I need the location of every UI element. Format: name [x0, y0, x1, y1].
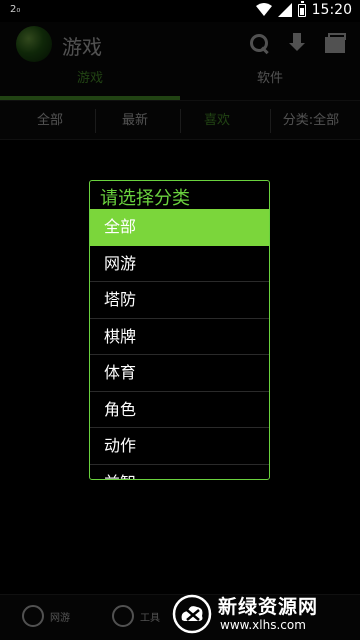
clock: 15:20	[311, 2, 352, 18]
site-watermark: 新绿资源网 www.xlhs.com	[168, 588, 360, 640]
category-item-sports[interactable]: 体育	[90, 355, 269, 392]
download-icon[interactable]	[286, 32, 308, 54]
category-item-rpg[interactable]: 角色	[90, 392, 269, 428]
app-bar-actions	[248, 32, 346, 54]
bottom-item-tools[interactable]: 工具	[112, 605, 160, 627]
tab-games[interactable]: 游戏	[0, 64, 180, 100]
watermark-url: www.xlhs.com	[220, 618, 306, 632]
category-item-board-card[interactable]: 棋牌	[90, 319, 269, 355]
category-list: 全部 网游 塔防 棋牌 体育 角色 动作 益智	[90, 209, 269, 480]
filter-latest[interactable]: 最新	[90, 101, 180, 141]
filter-favorites[interactable]: 喜欢	[172, 101, 262, 141]
app-title: 游戏	[62, 35, 102, 59]
cloud-logo-icon	[172, 594, 212, 634]
filter-bar: 全部 最新 喜欢 分类:全部	[0, 100, 360, 140]
notification-indicator: 2₀	[10, 4, 21, 15]
package-manager-icon[interactable]	[324, 32, 346, 54]
tab-software[interactable]: 软件	[180, 64, 360, 100]
signal-icon	[277, 3, 292, 17]
watermark-title: 新绿资源网	[218, 596, 319, 618]
wifi-icon	[255, 3, 272, 16]
filter-category[interactable]: 分类:全部	[266, 101, 356, 141]
bottom-item-online[interactable]: 网游	[22, 605, 70, 627]
tools-icon	[112, 605, 134, 627]
category-item-tower-defense[interactable]: 塔防	[90, 282, 269, 319]
bottom-item-label: 网游	[50, 612, 70, 624]
status-bar: 2₀ 15:20	[0, 0, 360, 22]
online-games-icon	[22, 605, 44, 627]
search-icon[interactable]	[248, 32, 270, 54]
app-logo-icon	[16, 26, 52, 62]
dialog-title: 请选择分类	[100, 188, 190, 209]
app-bar: 游戏	[0, 22, 360, 64]
bottom-item-label: 工具	[140, 612, 160, 624]
category-item-all[interactable]: 全部	[90, 209, 269, 246]
category-item-online[interactable]: 网游	[90, 246, 269, 282]
main-tabs: 游戏 软件	[0, 64, 360, 100]
battery-icon	[297, 0, 306, 17]
status-icons: 15:20	[255, 0, 352, 18]
filter-all[interactable]: 全部	[5, 101, 95, 141]
category-item-puzzle[interactable]: 益智	[90, 465, 269, 480]
category-item-action[interactable]: 动作	[90, 428, 269, 465]
category-dialog: 请选择分类 全部 网游 塔防 棋牌 体育 角色 动作 益智	[89, 180, 270, 480]
